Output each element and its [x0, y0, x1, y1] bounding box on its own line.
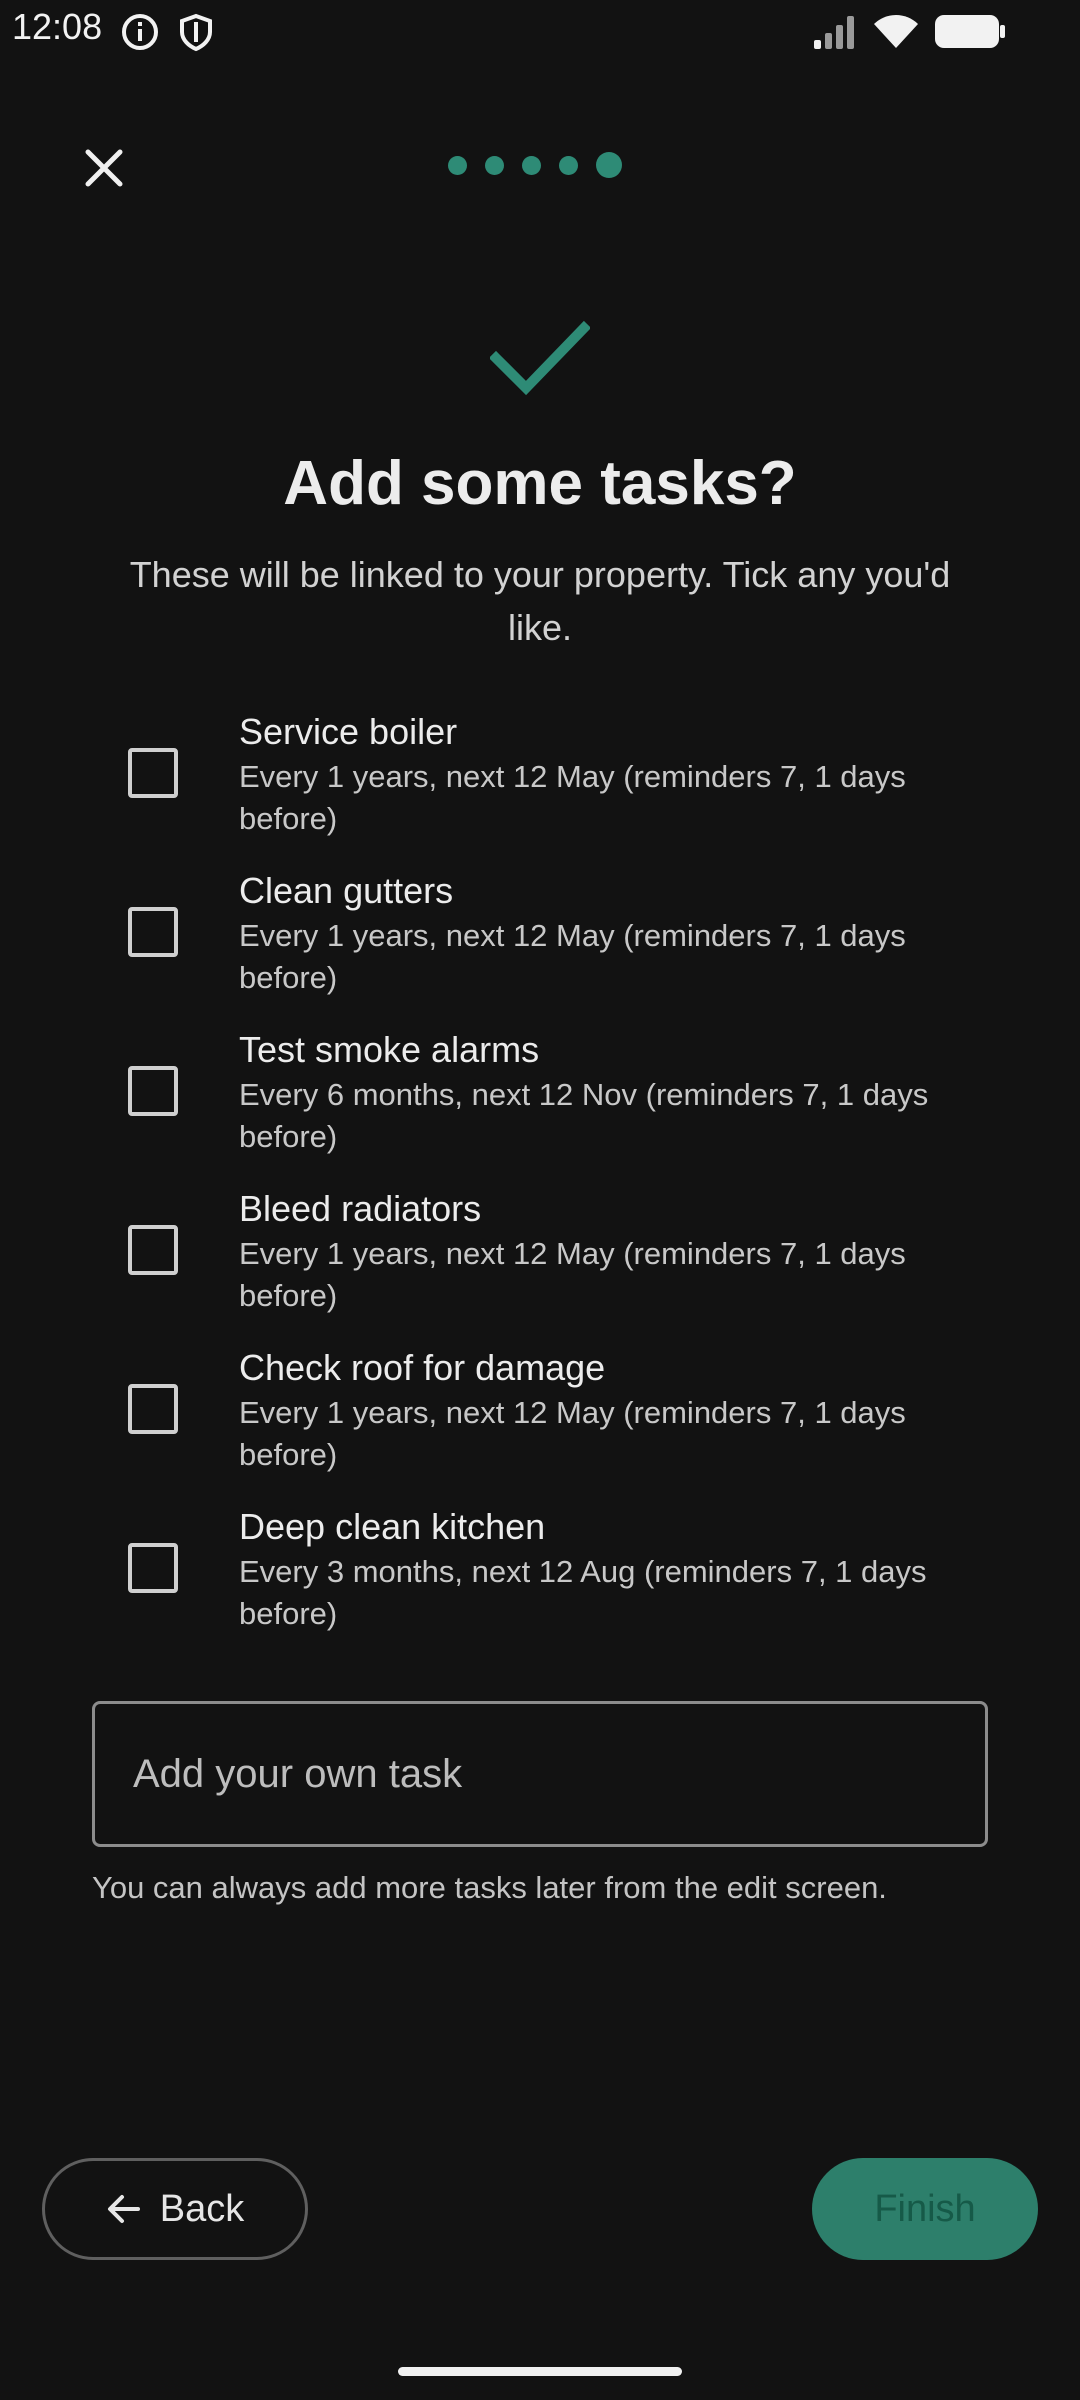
task-schedule: Every 1 years, next 12 May (reminders 7,…: [239, 759, 906, 836]
close-icon: [85, 149, 123, 187]
task-schedule: Every 1 years, next 12 May (reminders 7,…: [239, 918, 906, 995]
task-checkbox[interactable]: [128, 1384, 178, 1434]
finish-button-label: Finish: [874, 2187, 976, 2230]
signal-icon: [812, 14, 860, 55]
checkmark-icon: [490, 320, 590, 396]
step-dot-2: [485, 155, 504, 175]
task-list: Service boiler Every 1 years, next 12 Ma…: [0, 706, 1080, 1660]
wifi-icon: [872, 12, 920, 55]
step-progress-indicator: [448, 152, 622, 178]
task-checkbox[interactable]: [128, 1066, 178, 1116]
home-indicator[interactable]: [398, 2367, 682, 2376]
own-task-input[interactable]: [92, 1701, 988, 1847]
task-name: Clean gutters: [239, 870, 454, 911]
task-name: Deep clean kitchen: [239, 1506, 546, 1547]
back-button-label: Back: [159, 2187, 245, 2230]
task-name: Test smoke alarms: [239, 1029, 540, 1070]
info-icon: [120, 12, 160, 57]
status-bar: 12:08: [0, 0, 1080, 64]
arrow-left-icon: [107, 2195, 140, 2223]
step-dot-4: [559, 155, 578, 175]
close-button[interactable]: [72, 136, 136, 200]
task-schedule: Every 3 months, next 12 Aug (reminders 7…: [239, 1554, 927, 1631]
status-time: 12:08: [12, 6, 103, 47]
task-item[interactable]: Deep clean kitchen Every 3 months, next …: [0, 1501, 1080, 1660]
task-item[interactable]: Clean gutters Every 1 years, next 12 May…: [0, 865, 1080, 1024]
task-schedule: Every 1 years, next 12 May (reminders 7,…: [239, 1236, 906, 1313]
hint-text: You can always add more tasks later from…: [92, 1870, 887, 1905]
task-schedule: Every 1 years, next 12 May (reminders 7,…: [239, 1395, 906, 1472]
task-name: Bleed radiators: [239, 1188, 482, 1229]
battery-icon: [934, 14, 1006, 55]
task-checkbox[interactable]: [128, 907, 178, 957]
page-title: Add some tasks?: [283, 449, 797, 518]
shield-icon: [176, 12, 216, 57]
task-name: Service boiler: [239, 711, 458, 752]
task-name: Check roof for damage: [239, 1347, 606, 1388]
task-schedule: Every 6 months, next 12 Nov (reminders 7…: [239, 1077, 929, 1154]
step-dot-3: [522, 155, 541, 175]
task-item[interactable]: Service boiler Every 1 years, next 12 Ma…: [0, 706, 1080, 865]
back-button[interactable]: Back: [42, 2158, 308, 2260]
task-item[interactable]: Bleed radiators Every 1 years, next 12 M…: [0, 1183, 1080, 1342]
step-dot-5-current: [596, 152, 622, 178]
task-item[interactable]: Test smoke alarms Every 6 months, next 1…: [0, 1024, 1080, 1183]
task-checkbox[interactable]: [128, 748, 178, 798]
page-subtitle: These will be linked to your property. T…: [129, 554, 951, 648]
finish-button[interactable]: Finish: [812, 2158, 1038, 2260]
task-checkbox[interactable]: [128, 1543, 178, 1593]
task-checkbox[interactable]: [128, 1225, 178, 1275]
step-dot-1: [448, 155, 467, 175]
task-item[interactable]: Check roof for damage Every 1 years, nex…: [0, 1342, 1080, 1501]
